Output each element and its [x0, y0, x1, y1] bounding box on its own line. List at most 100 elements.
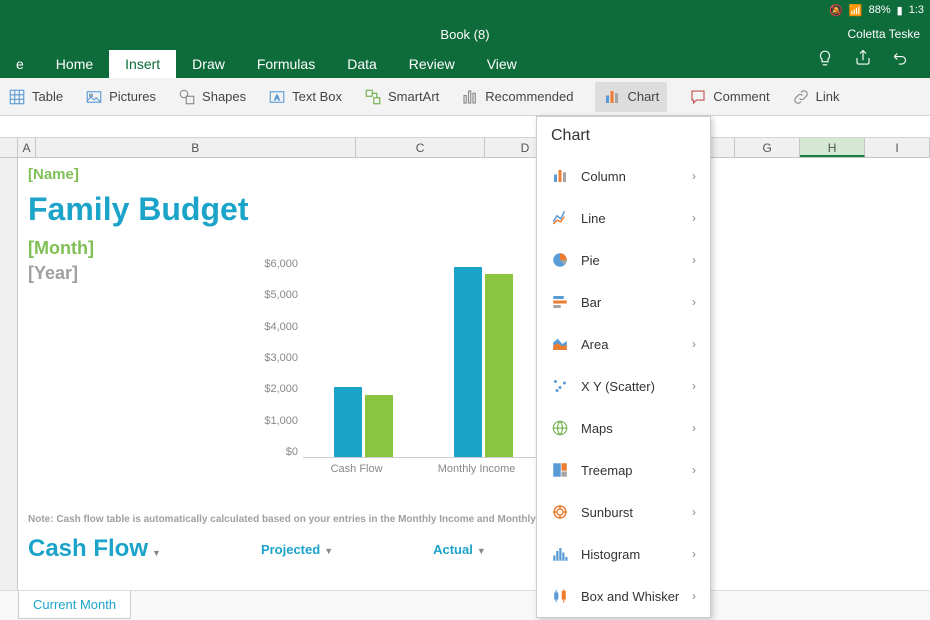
chart-menu-column[interactable]: Column › [537, 155, 710, 197]
tab-formulas[interactable]: Formulas [241, 50, 331, 78]
chart-plot [303, 258, 543, 458]
undo-icon[interactable] [892, 49, 910, 72]
menu-item-label: Column [581, 169, 680, 184]
menu-item-label: Sunburst [581, 505, 680, 520]
chevron-right-icon: › [692, 421, 696, 435]
smartart-icon [364, 88, 382, 106]
bar-income-actual [485, 274, 513, 457]
textbox-button[interactable]: A Text Box [268, 88, 342, 106]
pie-icon [551, 251, 569, 269]
chart-menu-maps[interactable]: Maps › [537, 407, 710, 449]
col-header-g[interactable]: G [735, 138, 800, 157]
chart-menu-sunburst[interactable]: Sunburst› [537, 491, 710, 533]
col-header-b[interactable]: B [36, 138, 356, 157]
status-bar: 🔕 📶 88% ▮ 1:3 [0, 0, 930, 20]
link-button[interactable]: Link [792, 88, 840, 106]
menu-item-label: Maps [581, 421, 680, 436]
textbox-icon: A [268, 88, 286, 106]
comment-button[interactable]: Comment [689, 88, 769, 106]
dropdown-icon[interactable]: ▼ [477, 546, 486, 556]
worksheet[interactable]: [Name] Family Budget [Month] [Year] $6,0… [0, 158, 930, 598]
share-icon[interactable] [854, 49, 872, 72]
bar-cashflow-actual [365, 395, 393, 457]
chart-menu-bar[interactable]: Bar› [537, 281, 710, 323]
chart-menu-histogram[interactable]: Histogram › [537, 533, 710, 575]
shapes-icon [178, 88, 196, 106]
table-button[interactable]: Table [8, 88, 63, 106]
user-name[interactable]: Coletta Teske [848, 27, 921, 41]
chevron-right-icon: › [692, 253, 696, 267]
actual-header[interactable]: Actual▼ [433, 542, 486, 557]
shapes-button[interactable]: Shapes [178, 88, 246, 106]
comment-icon [689, 88, 707, 106]
projected-header[interactable]: Projected▼ [261, 542, 333, 557]
comment-label: Comment [713, 89, 769, 104]
chevron-right-icon: › [692, 169, 696, 183]
chart-menu-area[interactable]: Area› [537, 323, 710, 365]
column-icon [551, 167, 569, 185]
document-title: Book (8) [440, 27, 489, 42]
column-headers: A B C D G H I [0, 138, 930, 158]
tab-review[interactable]: Review [393, 50, 471, 78]
chart-menu-line[interactable]: Line› [537, 197, 710, 239]
col-header-a[interactable]: A [18, 138, 36, 157]
pictures-label: Pictures [109, 89, 156, 104]
tab-insert[interactable]: Insert [109, 50, 176, 78]
chart-dropdown-menu: Chart Column›Line›Pie›Bar›Area›X Y (Scat… [536, 116, 711, 618]
sunburst-icon [551, 503, 569, 521]
title-bar: Book (8) Coletta Teske [0, 20, 930, 48]
row-gutter[interactable] [0, 158, 18, 598]
tab-view[interactable]: View [471, 50, 533, 78]
chevron-right-icon: › [692, 547, 696, 561]
chart-menu-treemap[interactable]: Treemap› [537, 449, 710, 491]
chart-menu-boxwhisker[interactable]: Box and Whisker› [537, 575, 710, 617]
scatter-icon [551, 377, 569, 395]
treemap-icon [551, 461, 569, 479]
menu-item-label: Pie [581, 253, 680, 268]
menu-item-label: Histogram [581, 547, 680, 562]
mute-icon: 🔕 [829, 4, 843, 17]
smartart-button[interactable]: SmartArt [364, 88, 439, 106]
tab-draw[interactable]: Draw [176, 50, 241, 78]
recommended-label: Recommended [485, 89, 573, 104]
histogram-icon [551, 545, 569, 563]
tab-data[interactable]: Data [331, 50, 393, 78]
dropdown-icon[interactable]: ▼ [152, 548, 161, 558]
battery-pct: 88% [869, 4, 891, 16]
menu-item-label: Line [581, 211, 680, 226]
month-placeholder[interactable]: [Month] [28, 238, 920, 259]
sheet-tab-bar: Current Month [0, 590, 930, 620]
chevron-right-icon: › [692, 589, 696, 603]
embedded-chart[interactable]: $6,000 $5,000 $4,000 $3,000 $2,000 $1,00… [248, 258, 548, 488]
lightbulb-icon[interactable] [816, 49, 834, 72]
recommended-button[interactable]: Recommended [461, 88, 573, 106]
chart-x-labels: Cash Flow Monthly Income [303, 463, 543, 475]
chart-button[interactable]: Chart [595, 82, 667, 112]
name-placeholder[interactable]: [Name] [28, 166, 920, 183]
col-header-h[interactable]: H [800, 138, 865, 157]
smartart-label: SmartArt [388, 89, 439, 104]
clock: 1:3 [909, 4, 924, 16]
col-header-i[interactable]: I [865, 138, 930, 157]
menu-item-label: Treemap [581, 463, 680, 478]
budget-title[interactable]: Family Budget [28, 191, 920, 228]
cashflow-title[interactable]: Cash Flow▼ [28, 535, 161, 563]
select-all-cell[interactable] [0, 138, 18, 157]
bar-cashflow-projected [334, 387, 362, 457]
formula-bar[interactable] [0, 116, 930, 138]
chart-icon [603, 88, 621, 106]
sheet-tab-current-month[interactable]: Current Month [18, 591, 131, 619]
chart-menu-pie[interactable]: Pie › [537, 239, 710, 281]
col-header-c[interactable]: C [356, 138, 486, 157]
dropdown-icon[interactable]: ▼ [324, 546, 333, 556]
pictures-button[interactable]: Pictures [85, 88, 156, 106]
menu-item-label: X Y (Scatter) [581, 379, 680, 394]
chevron-right-icon: › [692, 295, 696, 309]
table-label: Table [32, 89, 63, 104]
chart-menu-scatter[interactable]: X Y (Scatter)› [537, 365, 710, 407]
line-icon [551, 209, 569, 227]
link-icon [792, 88, 810, 106]
tab-home[interactable]: Home [40, 50, 109, 78]
bar-income-projected [454, 267, 482, 457]
tab-file[interactable]: e [0, 50, 40, 78]
